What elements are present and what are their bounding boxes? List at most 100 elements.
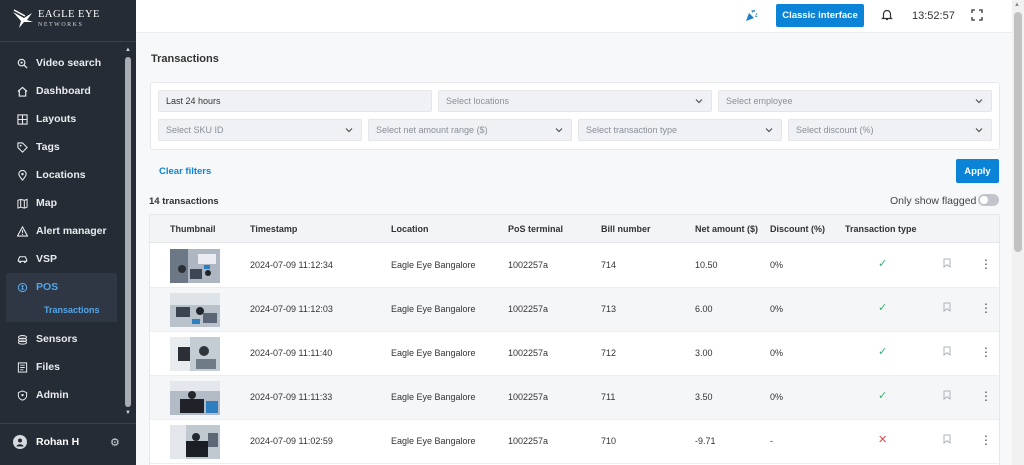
transaction-type-select[interactable]: Select transaction type: [578, 119, 782, 141]
transaction-count: 14 transactions: [149, 196, 219, 207]
whats-new-confetti-icon[interactable]: [745, 9, 758, 25]
check-icon: ✓: [878, 390, 888, 402]
sidebar-nav: Video search Dashboard Layouts Tags Loca…: [0, 49, 124, 409]
timestamp-cell: 2024-07-09 11:12:03: [250, 304, 333, 314]
sidebar-item-tags[interactable]: Tags: [0, 133, 124, 161]
sidebar-item-label: Alert manager: [36, 225, 107, 237]
table-row[interactable]: 2024-07-09 11:12:03 Eagle Eye Bangalore …: [150, 288, 999, 332]
clock: 13:52:57: [912, 10, 955, 22]
column-header-discount[interactable]: Discount (%): [770, 224, 825, 234]
more-options-icon[interactable]: ⋮: [980, 390, 992, 402]
sku-select[interactable]: Select SKU ID: [158, 119, 362, 141]
table-row[interactable]: 2024-07-09 11:11:33 Eagle Eye Bangalore …: [150, 376, 999, 420]
main-content: Transactions Last 24 hours Select locati…: [136, 33, 1012, 465]
transactions-table: Thumbnail Timestamp Location PoS termina…: [149, 214, 1000, 465]
user-icon: [16, 438, 24, 447]
locations-select[interactable]: Select locations: [438, 90, 712, 112]
sidebar-item-alert-manager[interactable]: Alert manager: [0, 217, 124, 245]
net-amount-select[interactable]: Select net amount range ($): [368, 119, 572, 141]
time-range-field[interactable]: Last 24 hours: [158, 90, 432, 112]
location-cell: Eagle Eye Bangalore: [391, 304, 476, 314]
chevron-down-icon: [975, 99, 983, 104]
discount-cell: 0%: [770, 392, 784, 402]
filter-panel: Last 24 hours Select locations Select em…: [150, 82, 1000, 150]
net-amount-cell: -9.71: [695, 436, 716, 446]
sidebar-item-label: Layouts: [36, 113, 77, 125]
net-amount-cell: 3.00: [695, 348, 713, 358]
timestamp-cell: 2024-07-09 11:11:33: [250, 392, 333, 402]
admin-icon: [16, 389, 28, 401]
sidebar-item-layouts[interactable]: Layouts: [0, 105, 124, 133]
sidebar-item-files[interactable]: Files: [0, 353, 124, 381]
transaction-thumbnail[interactable]: [170, 425, 220, 459]
user-name: Rohan H: [36, 436, 80, 448]
fullscreen-icon[interactable]: [971, 9, 983, 24]
bookmark-icon[interactable]: [943, 390, 951, 403]
sidebar-item-sensors[interactable]: Sensors: [0, 325, 124, 353]
transaction-thumbnail[interactable]: [170, 337, 220, 371]
sidebar-item-label: Dashboard: [36, 85, 91, 97]
table-row[interactable]: 2024-07-09 11:12:34 Eagle Eye Bangalore …: [150, 244, 999, 288]
table-row[interactable]: 2024-07-09 11:02:59 Eagle Eye Bangalore …: [150, 420, 999, 464]
sidebar-divider: [0, 423, 136, 424]
sidebar-scroll-up-icon[interactable]: ▲: [125, 47, 131, 53]
only-flagged-toggle[interactable]: [978, 194, 999, 206]
location-cell: Eagle Eye Bangalore: [391, 436, 476, 446]
more-options-icon[interactable]: ⋮: [980, 434, 992, 446]
column-header-thumbnail[interactable]: Thumbnail: [170, 224, 216, 234]
bookmark-icon[interactable]: [943, 434, 951, 447]
bookmark-icon[interactable]: [943, 258, 951, 271]
employee-select[interactable]: Select employee: [718, 90, 992, 112]
discount-cell: 0%: [770, 348, 784, 358]
sidebar-item-map[interactable]: Map: [0, 189, 124, 217]
sidebar-subitem-transactions[interactable]: Transactions: [6, 298, 117, 322]
table-row[interactable]: 2024-07-09 11:11:40 Eagle Eye Bangalore …: [150, 332, 999, 376]
page-scrollbar-thumb[interactable]: [1014, 12, 1022, 252]
net-amount-cell: 10.50: [695, 260, 718, 270]
eagle-logo-icon: [13, 9, 33, 28]
column-header-bill-number[interactable]: Bill number: [601, 224, 651, 234]
files-icon: [16, 361, 28, 373]
user-menu[interactable]: Rohan H ⚙: [0, 428, 136, 456]
sidebar-item-video-search[interactable]: Video search: [0, 49, 124, 77]
transaction-thumbnail[interactable]: [170, 293, 220, 327]
sidebar-scroll-down-icon[interactable]: ▼: [125, 410, 131, 416]
bookmark-icon[interactable]: [943, 302, 951, 315]
transaction-thumbnail[interactable]: [170, 381, 220, 415]
column-header-timestamp[interactable]: Timestamp: [250, 224, 297, 234]
discount-cell: 0%: [770, 304, 784, 314]
alert-icon: [16, 225, 28, 237]
sidebar-scrollbar[interactable]: [125, 57, 131, 407]
brand-logo[interactable]: EAGLE EYE NETWORKS: [12, 4, 100, 34]
column-header-transaction-type[interactable]: Transaction type: [845, 224, 917, 234]
page-scroll-up-icon[interactable]: ▲: [1014, 2, 1020, 8]
bookmark-icon[interactable]: [943, 346, 951, 359]
discount-select[interactable]: Select discount (%): [788, 119, 992, 141]
column-header-location[interactable]: Location: [391, 224, 429, 234]
sidebar-item-label: Sensors: [36, 333, 78, 345]
more-options-icon[interactable]: ⋮: [980, 346, 992, 358]
sidebar-item-vsp[interactable]: VSP: [0, 245, 124, 273]
column-header-pos-terminal[interactable]: PoS terminal: [508, 224, 563, 234]
sidebar-item-pos[interactable]: POS: [6, 273, 117, 301]
user-settings-icon[interactable]: ⚙: [110, 436, 120, 449]
sidebar-item-dashboard[interactable]: Dashboard: [0, 77, 124, 105]
clear-filters-link[interactable]: Clear filters: [159, 166, 211, 177]
column-header-net-amount[interactable]: Net amount ($): [695, 224, 758, 234]
bell-icon[interactable]: [881, 8, 893, 24]
apply-button[interactable]: Apply: [956, 159, 999, 183]
discount-select-placeholder: Select discount (%): [796, 125, 874, 135]
sidebar-item-locations[interactable]: Locations: [0, 161, 124, 189]
sidebar-item-label: Locations: [36, 169, 86, 181]
chevron-down-icon: [555, 128, 563, 133]
more-options-icon[interactable]: ⋮: [980, 302, 992, 314]
sidebar-item-admin[interactable]: Admin: [0, 381, 124, 409]
transaction-thumbnail[interactable]: [170, 249, 220, 283]
page-title: Transactions: [151, 53, 219, 65]
location-pin-icon: [16, 169, 28, 181]
more-options-icon[interactable]: ⋮: [980, 258, 992, 270]
map-icon: [16, 197, 28, 209]
layouts-icon: [16, 113, 28, 125]
sidebar-item-label: POS: [36, 281, 59, 293]
classic-interface-button[interactable]: Classic interface: [776, 4, 864, 27]
